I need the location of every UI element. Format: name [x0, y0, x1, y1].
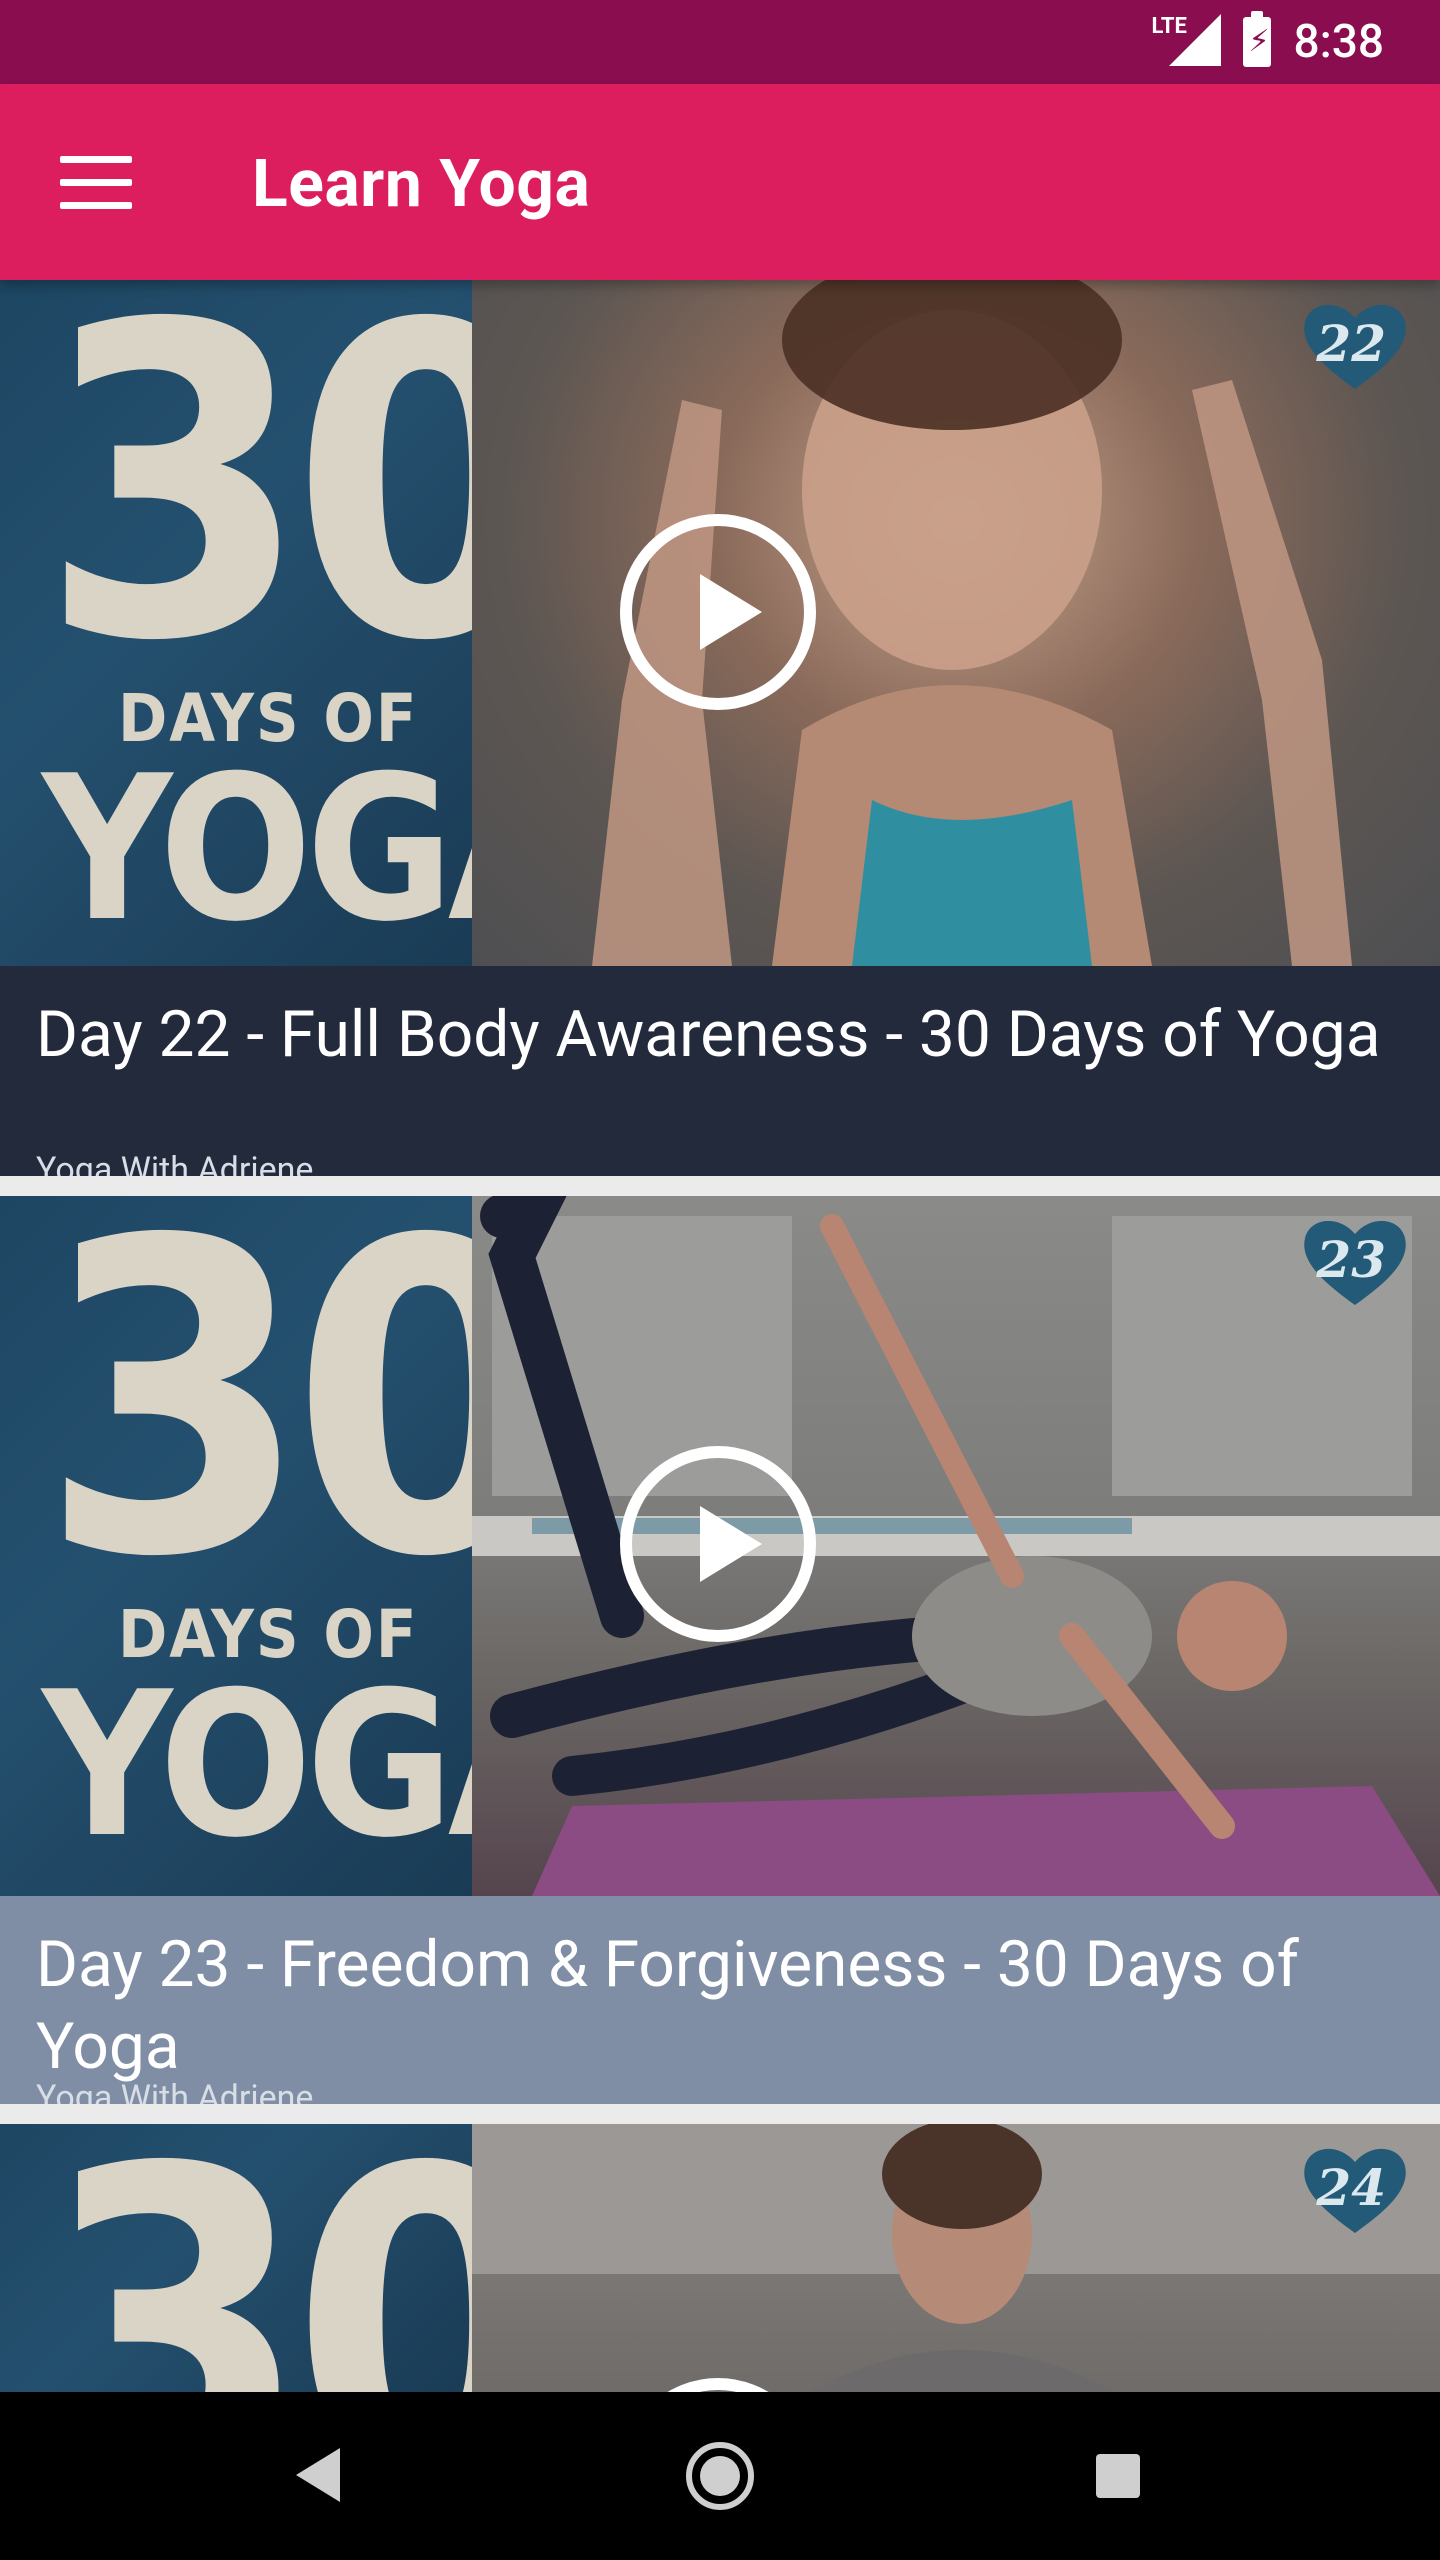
series-yoga-word: YOGA: [42, 1649, 472, 1882]
video-card[interactable]: 30 DAYS OF YOGA 22 Day 22 - Full Body Aw…: [0, 280, 1440, 1176]
app-title: Learn Yoga: [252, 146, 591, 223]
video-still-image: 22: [472, 280, 1440, 966]
video-card[interactable]: 30 24: [0, 2124, 1440, 2396]
video-card[interactable]: 30 DAYS OF YOGA 23: [0, 1196, 1440, 2104]
video-channel: Yoga With Adriene: [36, 1150, 314, 1176]
home-circle-icon[interactable]: [686, 2442, 754, 2510]
series-cover-art: 30 DAYS OF YOGA: [0, 280, 472, 966]
system-navigation-bar: [0, 2392, 1440, 2560]
series-cover-art: 30: [0, 2124, 472, 2396]
video-thumbnail[interactable]: 30 DAYS OF YOGA 22: [0, 280, 1440, 966]
hamburger-menu-icon[interactable]: [58, 154, 134, 210]
series-yoga-word: YOGA: [42, 733, 472, 966]
day-badge-number: 24: [1316, 2158, 1386, 2217]
day-badge-number: 23: [1316, 1230, 1386, 1289]
back-triangle-icon[interactable]: [296, 2448, 340, 2502]
series-cover-art: 30 DAYS OF YOGA: [0, 1196, 472, 1896]
video-caption[interactable]: Day 22 - Full Body Awareness - 30 Days o…: [0, 966, 1440, 1176]
status-bar: LTE ⚡ 8:38: [0, 0, 1440, 84]
lte-signal-icon: LTE: [1151, 14, 1222, 70]
recents-square-icon[interactable]: [1096, 2454, 1140, 2498]
app-bar: Learn Yoga: [0, 84, 1440, 280]
video-thumbnail[interactable]: 30 24: [0, 2124, 1440, 2396]
video-still-image: 23: [472, 1196, 1440, 1896]
play-icon[interactable]: [620, 1446, 816, 1642]
play-icon[interactable]: [620, 514, 816, 710]
series-number: 30: [40, 2124, 472, 2396]
series-number: 30: [40, 280, 472, 735]
status-time: 8:38: [1293, 15, 1384, 69]
video-channel: Yoga With Adriene: [36, 2078, 314, 2104]
video-title: Day 23 - Freedom & Forgiveness - 30 Days…: [36, 1927, 1299, 2084]
video-still-image: 24: [472, 2124, 1440, 2396]
battery-charging-icon: ⚡: [1243, 11, 1272, 67]
video-title: Day 22 - Full Body Awareness - 30 Days o…: [36, 997, 1381, 1072]
day-badge-number: 22: [1316, 314, 1386, 373]
series-number: 30: [40, 1196, 472, 1651]
video-thumbnail[interactable]: 30 DAYS OF YOGA 23: [0, 1196, 1440, 1896]
video-caption[interactable]: Day 23 - Freedom & Forgiveness - 30 Days…: [0, 1896, 1440, 2104]
